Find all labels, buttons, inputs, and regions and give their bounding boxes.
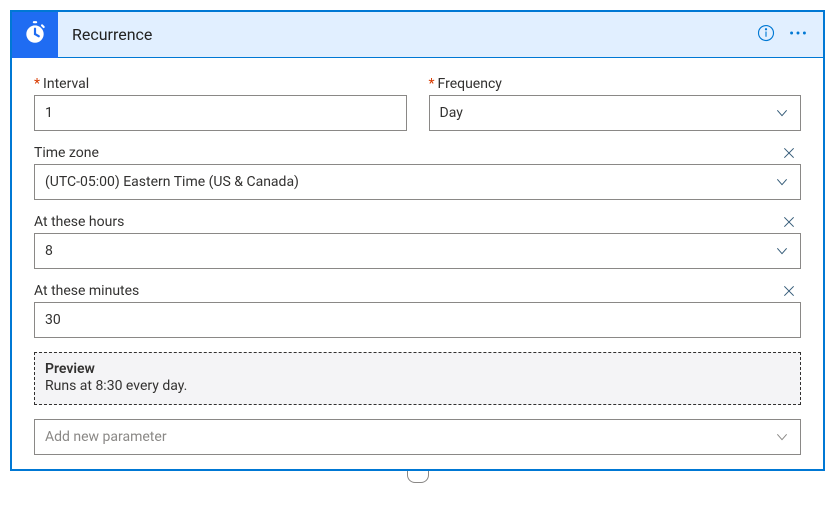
interval-input[interactable]: 1 <box>34 95 407 131</box>
hours-value: 8 <box>45 243 774 259</box>
remove-minutes-icon[interactable] <box>777 283 801 299</box>
remove-hours-icon[interactable] <box>777 214 801 230</box>
frequency-label-text: Frequency <box>438 76 502 92</box>
interval-label-text: Interval <box>43 76 89 92</box>
recurrence-card: Recurrence * Interval 1 * <box>10 10 825 471</box>
timezone-value: (UTC-05:00) Eastern Time (US & Canada) <box>45 174 774 190</box>
preview-title: Preview <box>45 361 790 377</box>
header-actions <box>757 22 823 48</box>
required-marker: * <box>429 76 435 92</box>
minutes-label: At these minutes <box>34 283 139 299</box>
connector-shape <box>407 471 429 483</box>
clock-icon <box>22 20 48 50</box>
interval-value: 1 <box>45 105 396 121</box>
interval-label: * Interval <box>34 76 407 92</box>
card-header: Recurrence <box>12 12 823 58</box>
preview-box: Preview Runs at 8:30 every day. <box>34 352 801 405</box>
minutes-value: 30 <box>45 312 790 328</box>
timezone-label: Time zone <box>34 145 99 161</box>
interval-frequency-row: * Interval 1 * Frequency Day <box>34 76 801 131</box>
minutes-label-row: At these minutes <box>34 283 801 299</box>
add-parameter-select[interactable]: Add new parameter <box>34 419 801 455</box>
frequency-select[interactable]: Day <box>429 95 802 131</box>
more-icon[interactable] <box>787 22 809 48</box>
recurrence-icon-box <box>12 12 58 58</box>
frequency-label: * Frequency <box>429 76 802 92</box>
remove-timezone-icon[interactable] <box>777 145 801 161</box>
timezone-select[interactable]: (UTC-05:00) Eastern Time (US & Canada) <box>34 164 801 200</box>
card-body: * Interval 1 * Frequency Day <box>12 58 823 469</box>
frequency-field-group: * Frequency Day <box>429 76 802 131</box>
preview-text: Runs at 8:30 every day. <box>45 378 790 394</box>
interval-field-group: * Interval 1 <box>34 76 407 131</box>
minutes-input[interactable]: 30 <box>34 302 801 338</box>
add-parameter-placeholder: Add new parameter <box>45 429 774 445</box>
chevron-down-icon <box>774 429 790 445</box>
hours-select[interactable]: 8 <box>34 233 801 269</box>
card-title: Recurrence <box>58 25 757 44</box>
chevron-down-icon <box>774 243 790 259</box>
hours-label-row: At these hours <box>34 214 801 230</box>
timezone-field-group: Time zone (UTC-05:00) Eastern Time (US &… <box>34 145 801 200</box>
minutes-field-group: At these minutes 30 <box>34 283 801 338</box>
info-icon[interactable] <box>757 24 775 46</box>
flow-connector <box>10 471 825 483</box>
chevron-down-icon <box>774 105 790 121</box>
required-marker: * <box>34 76 40 92</box>
hours-field-group: At these hours 8 <box>34 214 801 269</box>
hours-label: At these hours <box>34 214 124 230</box>
chevron-down-icon <box>774 174 790 190</box>
frequency-value: Day <box>440 105 775 121</box>
timezone-label-row: Time zone <box>34 145 801 161</box>
